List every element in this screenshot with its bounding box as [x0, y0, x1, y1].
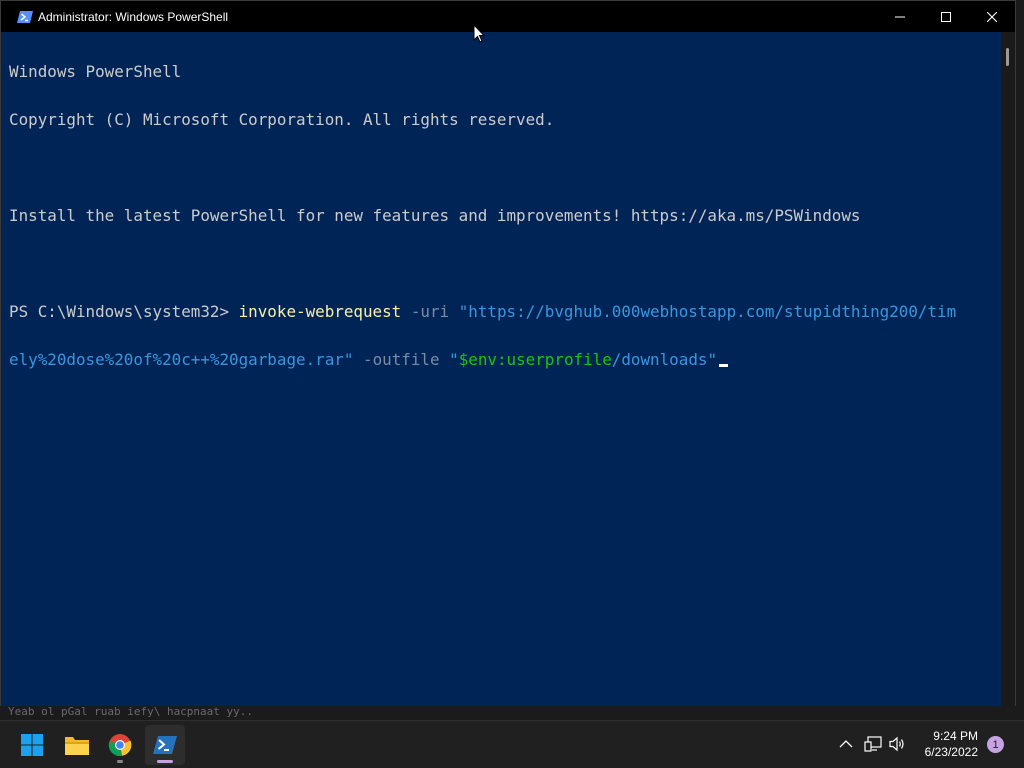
clock-time: 9:24 PM	[933, 729, 978, 743]
chrome-button[interactable]	[100, 725, 140, 765]
maximize-button[interactable]	[923, 1, 969, 32]
outfile-variable: $env:userprofile	[458, 350, 612, 369]
chevron-up-icon	[839, 740, 853, 748]
windows-icon	[21, 734, 43, 756]
maximize-icon	[941, 11, 951, 22]
uri-string: "https://bvghub.000webhostapp.com/stupid…	[458, 302, 957, 321]
caption-buttons	[877, 1, 1015, 32]
console-line: Install the latest PowerShell for new fe…	[9, 206, 861, 225]
close-icon	[987, 11, 997, 22]
background-window-text: Yeab ol pGal ruab iefy\ hacpnaat yy..	[0, 706, 1024, 720]
mouse-pointer-icon	[473, 24, 485, 43]
minimize-icon	[895, 16, 905, 17]
command-line-2: ely%20dose%20of%20c++%20garbage.rar" -ou…	[9, 352, 1001, 368]
active-indicator	[157, 760, 173, 763]
console-line: Windows PowerShell	[9, 62, 182, 81]
uri-string-continued: ely%20dose%20of%20c++%20garbage.rar"	[9, 350, 354, 369]
command-line-1: PS C:\Windows\system32> invoke-webreques…	[9, 304, 1001, 320]
window-title: Administrator: Windows PowerShell	[38, 9, 229, 24]
uri-parameter: -uri	[410, 302, 450, 321]
volume-button[interactable]	[887, 733, 909, 755]
speaker-icon	[889, 736, 904, 752]
powershell-icon	[17, 9, 33, 25]
network-button[interactable]	[862, 733, 884, 755]
chrome-icon	[108, 734, 132, 757]
scrollbar-thumb[interactable]	[1006, 48, 1009, 66]
vertical-scrollbar[interactable]	[1001, 32, 1015, 715]
console-line: Copyright (C) Microsoft Corporation. All…	[9, 110, 555, 129]
clock-button[interactable]: 9:24 PM 6/23/2022	[925, 728, 978, 760]
prompt: PS C:\Windows\system32>	[9, 302, 239, 321]
title-bar[interactable]: Administrator: Windows PowerShell	[1, 1, 1015, 32]
start-button[interactable]	[12, 725, 52, 765]
folder-icon	[65, 737, 89, 755]
powershell-window[interactable]: Administrator: Windows PowerShell Window…	[0, 0, 1016, 716]
background-window-edge	[1016, 0, 1024, 716]
outfile-parameter: -outfile	[363, 350, 440, 369]
powershell-icon	[153, 736, 177, 754]
outfile-quote: "	[449, 350, 459, 369]
clock-date: 6/23/2022	[924, 745, 978, 759]
taskbar: 9:24 PM 6/23/2022 1	[0, 720, 1024, 768]
text-cursor	[719, 364, 729, 367]
console-output[interactable]: Windows PowerShell Copyright (C) Microso…	[9, 32, 1001, 712]
close-button[interactable]	[969, 1, 1015, 32]
powershell-taskbar-button[interactable]	[145, 725, 185, 765]
minimize-button[interactable]	[877, 1, 923, 32]
command-name: invoke-webrequest	[238, 302, 402, 321]
file-explorer-button[interactable]	[57, 725, 97, 765]
network-icon	[864, 736, 882, 752]
running-indicator	[117, 760, 123, 763]
show-hidden-icons-button[interactable]	[835, 733, 857, 755]
notification-badge[interactable]: 1	[987, 736, 1004, 753]
outfile-path: /downloads"	[611, 350, 718, 369]
